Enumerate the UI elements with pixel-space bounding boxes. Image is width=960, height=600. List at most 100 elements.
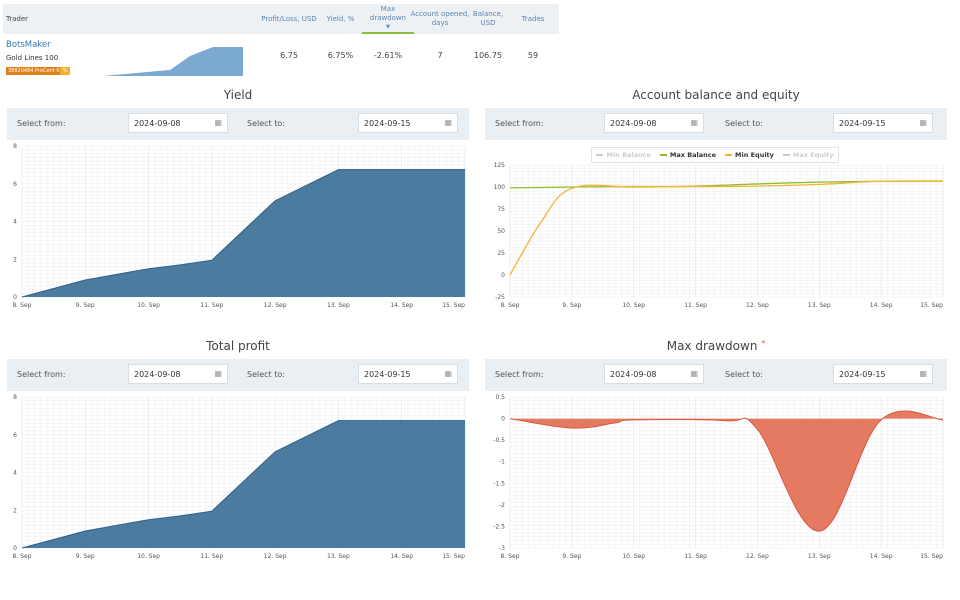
x-tick-label: 12. Sep — [746, 553, 769, 560]
from-label: Select from: — [17, 119, 66, 128]
x-tick-label: 14. Sep — [870, 553, 893, 560]
y-tick-label: 0 — [13, 545, 17, 552]
to-date-input[interactable]: 2024-09-15 ▦ — [358, 113, 458, 133]
calendar-icon[interactable]: ▦ — [214, 369, 222, 378]
equity-panel: Account balance and equity Select from: … — [481, 82, 951, 332]
to-date-input[interactable]: 2024-09-15 ▦ — [833, 364, 933, 384]
cell-opened: 7 — [437, 50, 443, 60]
header-balance[interactable]: Balance, USD — [471, 4, 505, 34]
x-tick-label: 9. Sep — [76, 302, 95, 309]
y-tick-label: 6 — [13, 181, 17, 188]
legend-min-balance[interactable]: Min Balance — [596, 151, 651, 159]
from-date-input[interactable]: 2024-09-08 ▦ — [604, 113, 704, 133]
calendar-icon[interactable]: ▦ — [444, 118, 452, 127]
legend-label: Min Balance — [606, 151, 651, 159]
x-tick-label: 15. Sep — [442, 302, 465, 309]
trader-name-link[interactable]: BotsMaker — [6, 40, 51, 50]
drawdown-panel: Max drawdown * Select from: 2024-09-08 ▦ … — [481, 333, 951, 583]
legend-label: Max Equity — [792, 151, 834, 159]
cell-balance: 106.75 — [474, 50, 502, 60]
x-tick-label: 13. Sep — [808, 302, 831, 309]
calendar-icon[interactable]: ▦ — [919, 369, 927, 378]
y-tick-label: 8 — [13, 394, 17, 401]
x-tick-label: 8. Sep — [501, 302, 520, 309]
to-date-value: 2024-09-15 — [839, 119, 886, 128]
from-date-input[interactable]: 2024-09-08 ▦ — [604, 364, 704, 384]
y-tick-label: 2 — [13, 507, 17, 514]
x-tick-label: 15. Sep — [920, 302, 943, 309]
from-date-input[interactable]: 2024-09-08 ▦ — [128, 364, 228, 384]
y-tick-label: 0 — [501, 416, 505, 423]
equity-chart: -25 0 25 50 75 100 125 8. Sep 9. Sep 10. Sep 11. S… — [494, 162, 944, 309]
x-tick-label: 10. Sep — [137, 553, 160, 560]
y-tick-label: 6 — [13, 432, 17, 439]
y-tick-label: -3 — [499, 545, 505, 552]
x-tick-label: 13. Sep — [327, 553, 350, 560]
x-tick-label: 11. Sep — [200, 553, 223, 560]
legend-min-equity[interactable]: Min Equity — [725, 151, 774, 159]
y-tick-label: 0 — [501, 272, 505, 279]
y-tick-label: 4 — [13, 470, 17, 477]
y-tick-label: -2.5 — [493, 523, 505, 530]
cell-yield: 6.75% — [327, 50, 354, 60]
panel-title: Yield — [223, 88, 253, 102]
x-tick-label: 15. Sep — [442, 553, 465, 560]
x-tick-label: 12. Sep — [264, 553, 287, 560]
to-label: Select to: — [247, 119, 285, 128]
x-tick-label: 11. Sep — [200, 302, 223, 309]
cell-profit: 6.75 — [280, 50, 298, 60]
calendar-icon[interactable]: ▦ — [214, 118, 222, 127]
sort-down-icon: ▼ — [386, 23, 390, 30]
header-drawdown[interactable]: Max drawdown ▼ — [362, 4, 414, 34]
header-trader[interactable]: Trader — [6, 4, 66, 34]
x-tick-label: 15. Sep — [920, 553, 943, 560]
x-tick-label: 14. Sep — [390, 302, 413, 309]
y-tick-label: 100 — [494, 184, 506, 191]
cell-drawdown: -2.61% — [373, 50, 403, 60]
x-tick-label: 14. Sep — [390, 553, 413, 560]
x-tick-label: 10. Sep — [622, 302, 645, 309]
calendar-icon[interactable]: ▦ — [919, 118, 927, 127]
date-filter: Select from: 2024-09-08 ▦ Select to: 2024… — [7, 359, 469, 391]
to-date-value: 2024-09-15 — [839, 370, 886, 379]
x-tick-label: 10. Sep — [622, 553, 645, 560]
yield-chart: 0 2 4 6 8 8. Sep 9. Sep 10. Sep 11. Sep 12. Sep 13… — [13, 143, 466, 309]
to-date-input[interactable]: 2024-09-15 ▦ — [358, 364, 458, 384]
y-tick-label: 0.5 — [495, 394, 505, 401]
calendar-icon[interactable]: ▦ — [690, 118, 698, 127]
calendar-icon[interactable]: ▦ — [444, 369, 452, 378]
y-tick-label: -0.5 — [493, 437, 505, 444]
from-date-value: 2024-09-08 — [610, 370, 657, 379]
calendar-icon[interactable]: ▦ — [690, 369, 698, 378]
x-tick-label: 14. Sep — [870, 302, 893, 309]
y-tick-label: -1 — [499, 459, 505, 466]
y-tick-label: -25 — [495, 294, 505, 301]
to-date-input[interactable]: 2024-09-15 ▦ — [833, 113, 933, 133]
header-opened[interactable]: Account opened, days — [408, 4, 472, 34]
x-tick-label: 11. Sep — [684, 553, 707, 560]
header-trades[interactable]: Trades — [513, 4, 553, 34]
y-tick-label: -1.5 — [493, 480, 505, 487]
date-filter: Select from: 2024-09-08 ▦ Select to: 2024… — [485, 108, 947, 140]
from-label: Select from: — [17, 370, 66, 379]
table-row[interactable]: BotsMaker Gold Lines 100 38820484 ProCen… — [3, 34, 559, 76]
chart-legend: Min Balance Max Balance Min Equity Max E… — [591, 147, 839, 163]
panel-title: Max drawdown * — [481, 339, 951, 353]
header-yield[interactable]: Yield, % — [323, 4, 358, 34]
panel-title: Total profit — [206, 339, 270, 353]
x-tick-label: 8. Sep — [13, 553, 32, 560]
from-date-input[interactable]: 2024-09-08 ▦ — [128, 113, 228, 133]
legend-max-balance[interactable]: Max Balance — [659, 151, 716, 159]
legend-max-equity[interactable]: Max Equity — [782, 151, 834, 159]
y-tick-label: 125 — [494, 162, 506, 169]
from-label: Select from: — [495, 370, 544, 379]
y-tick-label: 8 — [13, 143, 17, 150]
x-tick-label: 8. Sep — [13, 302, 32, 309]
x-tick-label: 10. Sep — [137, 302, 160, 309]
account-badge: 38820484 ProCent 0 — [6, 67, 62, 75]
panel-title: Account balance and equity — [632, 88, 800, 102]
to-label: Select to: — [725, 370, 763, 379]
header-profit[interactable]: Profit/Loss, USD — [258, 4, 320, 34]
x-tick-label: 9. Sep — [562, 553, 581, 560]
from-date-value: 2024-09-08 — [134, 370, 181, 379]
